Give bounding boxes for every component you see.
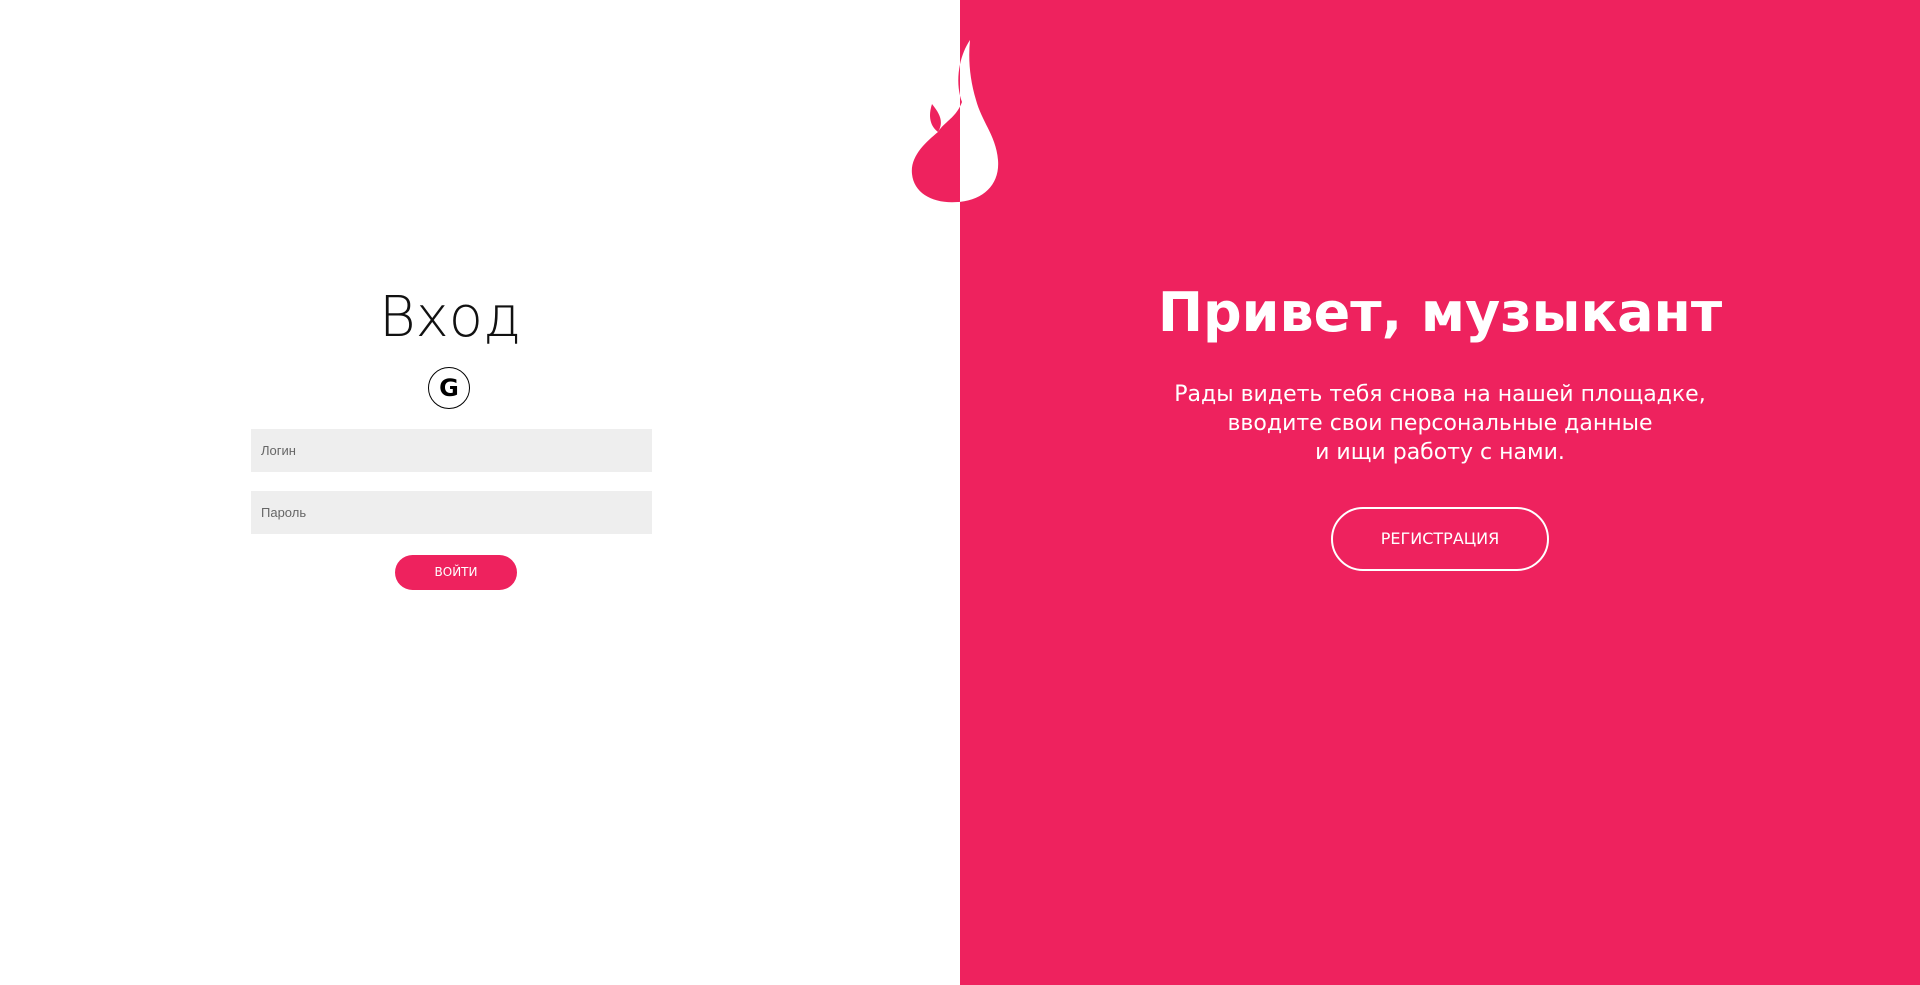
register-button[interactable]: РЕГИСТРАЦИЯ [1331,507,1549,571]
login-title: Вход [379,285,521,350]
password-input[interactable] [251,491,652,534]
welcome-text-line: вводите свои персональные данные [1227,411,1653,436]
login-input[interactable] [251,429,652,472]
welcome-text-line: Рады видеть тебя снова на нашей площадке… [1174,382,1706,407]
flame-icon [911,40,999,203]
welcome-panel [960,0,1920,985]
welcome-text-line: и ищи работу с нами. [1315,440,1565,465]
welcome-title: Привет, музыкант [1157,281,1723,344]
auth-page: Вход G ВОЙТИ Привет, музыкант Рады видет… [0,0,1920,985]
google-login-button[interactable]: G [428,367,470,409]
welcome-text: Рады видеть тебя снова на нашей площадке… [1100,380,1780,467]
google-icon: G [439,374,459,402]
login-submit-button[interactable]: ВОЙТИ [395,555,517,590]
